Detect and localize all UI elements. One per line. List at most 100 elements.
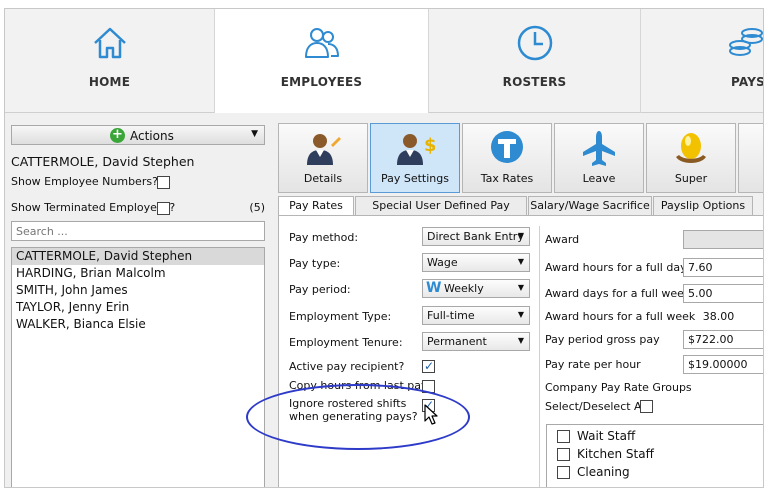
selected-employee-name: CATTERMOLE, David Stephen [11,154,195,169]
select-all-checkbox[interactable] [640,400,653,413]
group-label: Wait Staff [577,429,636,443]
group-label: Kitchen Staff [577,447,654,461]
gross-pay-field[interactable]: $722.00 [683,330,763,349]
group-label: Cleaning [577,465,630,479]
weekly-w-icon: W [426,280,442,296]
award-hours-week-label: Award hours for a full week 38.00 [545,310,734,323]
rate-per-hour-label: Pay rate per hour [545,358,641,371]
show-numbers-row: Show Employee Numbers? [11,175,158,188]
nest-egg-icon [676,133,706,163]
chevron-down-icon: ▼ [517,231,524,240]
award-hours-day-label: Award hours for a full day [545,261,687,274]
pay-method-select[interactable]: Direct Bank Entry ▼ [422,227,530,246]
pay-type-value: Wage [427,256,458,269]
actions-label: Actions [130,129,174,143]
gross-pay-label: Pay period gross pay [545,333,660,346]
pay-settings-tabs: Pay Rates Special User Defined Pay Rates… [278,196,763,230]
nav-tab-rosters-label: ROSTERS [502,75,567,89]
tab-special-pay-rates[interactable]: Special User Defined Pay Rates [355,196,527,230]
award-label: Award [545,233,580,246]
list-item[interactable]: CATTERMOLE, David Stephen [12,248,264,265]
show-terminated-row: Show Terminated Employees? [11,201,175,214]
person-pencil-icon [307,134,341,165]
person-dollar-icon: $ [397,134,435,165]
group-checkbox[interactable] [557,466,570,479]
tab-salary-wage-sacrifice[interactable]: Salary/Wage Sacrifice [528,196,652,216]
rate-per-hour-field[interactable]: $19.00000 [683,355,763,374]
chevron-down-icon: ▼ [517,257,524,266]
pay-rate-groups-label: Company Pay Rate Groups [545,381,692,394]
pay-period-label: Pay period: [289,283,351,296]
pay-settings-button[interactable]: $ Pay Settings [370,123,460,193]
group-checkbox[interactable] [557,430,570,443]
award-days-week-label: Award days for a full week [545,287,691,300]
active-recipient-label: Active pay recipient? [289,360,405,373]
checkmark-icon: ✓ [424,359,435,373]
tab-payslip-options[interactable]: Payslip Options [653,196,753,216]
group-checkbox[interactable] [557,448,570,461]
home-icon [93,27,126,59]
more-toolbar-button[interactable] [738,123,763,193]
show-numbers-checkbox[interactable] [157,176,170,189]
pay-rate-groups-list: Wait Staff Kitchen Staff Cleaning [546,424,763,487]
tab-pay-rates[interactable]: Pay Rates [278,196,354,217]
details-label: Details [303,172,343,185]
clock-icon [517,25,552,61]
nav-tab-rosters[interactable]: ROSTERS [429,9,641,113]
award-hours-week-text: Award hours for a full week [545,310,696,323]
pay-method-value: Direct Bank Entry [427,230,524,243]
nav-tab-pays-label: PAYS [731,75,764,89]
leave-label: Leave [582,172,616,185]
chevron-down-icon: ▼ [517,283,524,292]
show-numbers-label: Show Employee Numbers? [11,175,158,188]
nav-tab-home-label: HOME [88,75,131,89]
list-item[interactable]: TAYLOR, Jenny Erin [12,299,264,316]
super-label: Super [674,172,708,185]
leave-button[interactable]: Leave [554,123,644,193]
show-terminated-label: Show Terminated Employees? [11,201,176,214]
actions-dropdown[interactable]: + Actions ▼ [11,125,265,145]
list-item[interactable]: WALKER, Bianca Elsie [12,316,264,333]
svg-text:$: $ [424,135,435,156]
employment-type-label: Employment Type: [289,310,392,323]
pay-type-label: Pay type: [289,257,341,270]
active-recipient-checkbox[interactable]: ✓ [422,359,435,373]
super-button[interactable]: Super [646,123,736,193]
chevron-down-icon: ▼ [517,310,524,319]
details-button[interactable]: Details [278,123,368,193]
tax-rates-label: Tax Rates [480,172,534,185]
list-item[interactable]: HARDING, Brian Malcolm [12,265,264,282]
terminated-count: (5) [249,201,265,214]
airplane-icon [583,131,615,166]
tax-rates-button[interactable]: Tax Rates [462,123,552,193]
employee-panel: + Actions ▼ CATTERMOLE, David Stephen Sh… [5,123,267,487]
pay-method-label: Pay method: [289,231,359,244]
nav-tab-home[interactable]: HOME [5,9,215,113]
pay-period-value: Weekly [444,282,484,295]
list-item[interactable]: SMITH, John James [12,282,264,299]
nav-tab-employees[interactable]: EMPLOYEES [215,9,429,113]
chevron-down-icon: ▼ [517,336,524,345]
show-terminated-checkbox[interactable] [157,202,170,215]
award-field[interactable] [683,230,763,249]
employment-type-value: Full-time [427,309,475,322]
award-hours-day-field[interactable]: 7.60 [683,258,763,277]
search-input[interactable] [11,221,265,241]
mouse-pointer-icon [424,404,438,425]
coins-icon [729,28,763,56]
people-icon [304,28,339,58]
nav-tab-pays[interactable]: PAYS [641,9,764,113]
award-days-week-field[interactable]: 5.00 [683,284,763,303]
nav-tab-employees-label: EMPLOYEES [280,75,363,89]
employee-list: CATTERMOLE, David Stephen HARDING, Brian… [11,247,265,487]
select-all-label: Select/Deselect All [545,400,648,413]
column-divider [539,226,540,487]
add-icon: + [110,128,125,143]
employment-type-select[interactable]: Full-time ▼ [422,306,530,325]
employment-tenure-value: Permanent [427,335,487,348]
employment-tenure-select[interactable]: Permanent ▼ [422,332,530,351]
pay-period-select[interactable]: W Weekly ▼ [422,279,530,298]
chevron-down-icon: ▼ [251,129,258,139]
pay-type-select[interactable]: Wage ▼ [422,253,530,272]
award-hours-week-value: 38.00 [702,310,735,323]
